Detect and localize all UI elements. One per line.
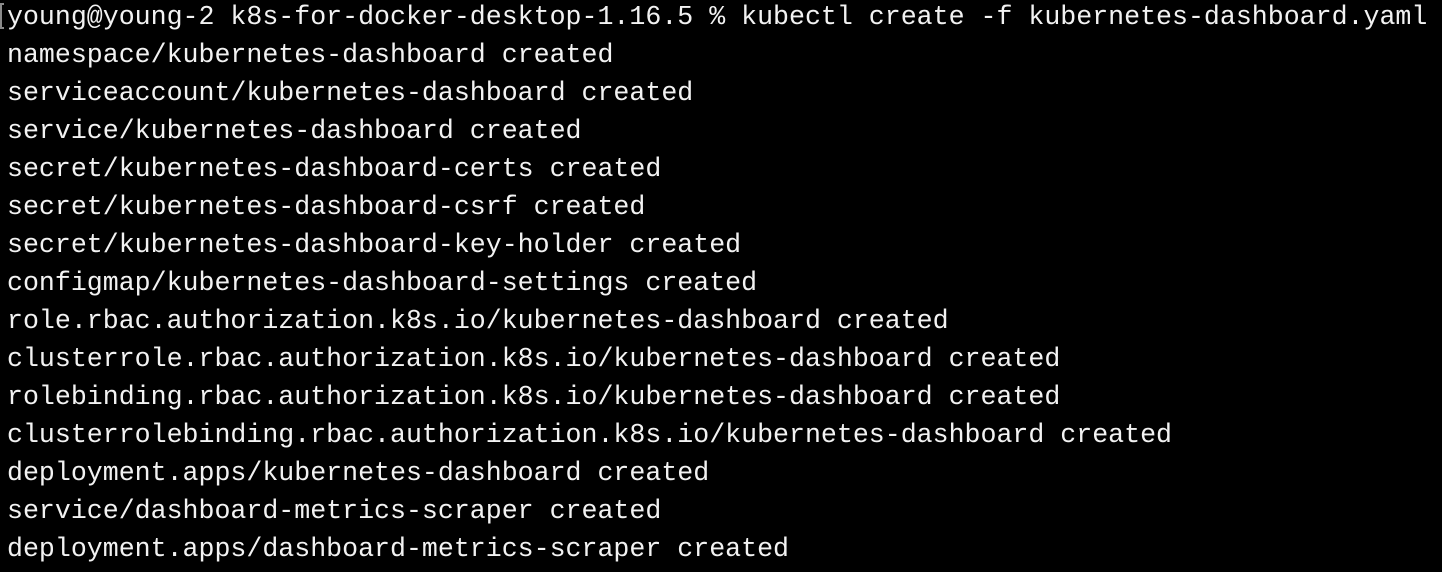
output-line: serviceaccount/kubernetes-dashboard crea… <box>7 78 694 108</box>
output-line: rolebinding.rbac.authorization.k8s.io/ku… <box>7 382 1061 412</box>
output-line: secret/kubernetes-dashboard-csrf created <box>7 192 646 222</box>
output-line: configmap/kubernetes-dashboard-settings … <box>7 268 758 298</box>
prompt-mark-icon <box>0 3 4 29</box>
output-line: namespace/kubernetes-dashboard created <box>7 40 614 70</box>
output-line: clusterrole.rbac.authorization.k8s.io/ku… <box>7 344 1061 374</box>
output-line: service/dashboard-metrics-scraper create… <box>7 496 662 526</box>
output-line: deployment.apps/kubernetes-dashboard cre… <box>7 458 710 488</box>
output-line: clusterrolebinding.rbac.authorization.k8… <box>7 420 1172 450</box>
output-line: deployment.apps/dashboard-metrics-scrape… <box>7 534 789 564</box>
output-line: service/kubernetes-dashboard created <box>7 116 582 146</box>
output-line: secret/kubernetes-dashboard-certs create… <box>7 154 662 184</box>
output-line: secret/kubernetes-dashboard-key-holder c… <box>7 230 742 260</box>
output-line: role.rbac.authorization.k8s.io/kubernete… <box>7 306 949 336</box>
command-line: young@young-2 k8s-for-docker-desktop-1.1… <box>7 2 1428 32</box>
terminal-output[interactable]: young@young-2 k8s-for-docker-desktop-1.1… <box>7 0 1427 568</box>
